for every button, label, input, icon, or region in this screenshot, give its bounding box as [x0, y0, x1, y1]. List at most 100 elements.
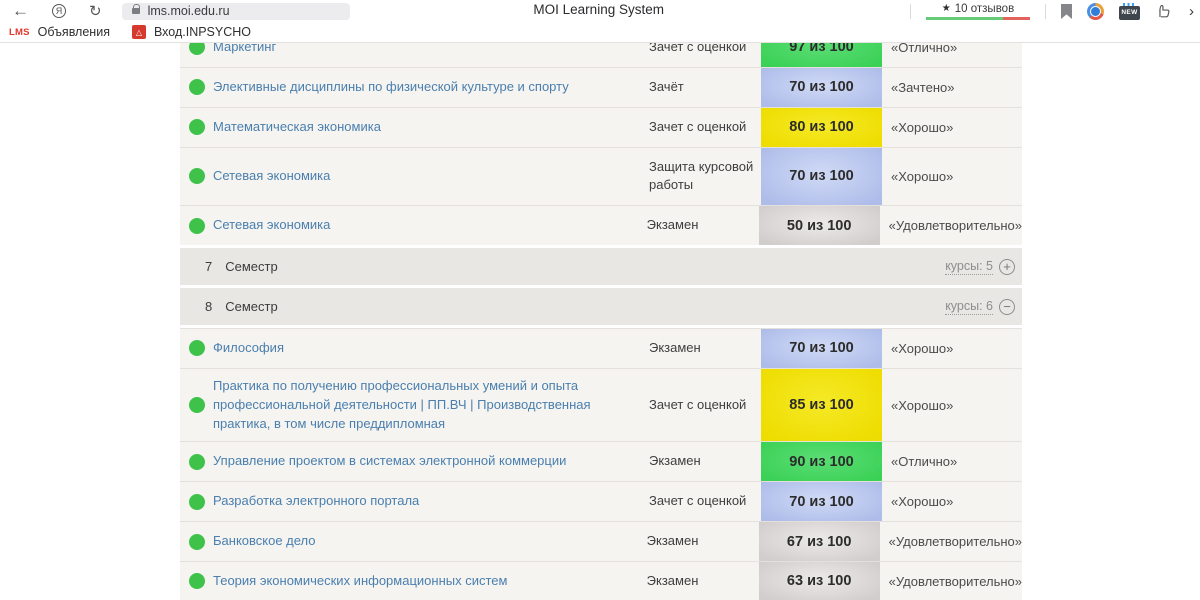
score-cell: 70 из 100	[761, 148, 882, 206]
course-status-cell	[180, 397, 213, 413]
course-name-link[interactable]: Практика по получению профессиональных у…	[213, 369, 649, 442]
green-status-dot-icon	[189, 79, 205, 95]
course-row: Разработка электронного портала Зачет с …	[180, 481, 1022, 521]
hand-pointer-icon[interactable]	[1155, 3, 1172, 20]
green-status-dot-icon	[189, 340, 205, 356]
exam-type: Зачет с оценкой	[649, 43, 761, 67]
semester-label: Семестр	[225, 299, 277, 314]
course-name-link[interactable]: Сетевая экономика	[213, 159, 649, 194]
browser-toolbar: ← Я ↻ lms.moi.edu.ru MOI Learning System…	[0, 0, 1200, 22]
course-name-link[interactable]: Сетевая экономика	[213, 208, 647, 243]
semester-label: Семестр	[225, 259, 277, 274]
green-status-dot-icon	[189, 573, 205, 589]
course-row: Сетевая экономика Экзамен 50 из 100 «Удо…	[180, 205, 1022, 245]
course-name-link[interactable]: Банковское дело	[213, 524, 647, 559]
score-cell: 67 из 100	[759, 522, 880, 561]
exam-type: Зачет с оценкой	[649, 108, 761, 147]
bookmark-item-inpsycho-login[interactable]: △ Вход.INPSYCHO	[132, 25, 251, 39]
score-cell: 50 из 100	[759, 206, 880, 245]
bookmark-item-announcements[interactable]: LMS Объявления	[9, 25, 110, 39]
course-status-cell	[180, 573, 213, 589]
url-text: lms.moi.edu.ru	[148, 4, 230, 18]
grade-label: «Хорошо»	[882, 169, 1022, 184]
lock-icon	[132, 8, 140, 14]
course-row: Философия Экзамен 70 из 100 «Хорошо»	[180, 328, 1022, 368]
site-reviews-widget[interactable]: ★ 10 отзывов	[926, 3, 1030, 20]
reviews-count-label: 10 отзывов	[955, 3, 1014, 15]
panel-chevron-icon[interactable]: ›	[1189, 3, 1194, 20]
yandex-browser-icon[interactable]: Я	[52, 4, 66, 18]
score-cell: 90 из 100	[761, 442, 882, 481]
course-status-cell	[180, 43, 213, 55]
semester-toggle-icon[interactable]: −	[999, 299, 1015, 315]
inpsycho-favicon: △	[132, 25, 146, 39]
exam-type: Зачет с оценкой	[649, 482, 761, 521]
exam-type: Экзамен	[649, 329, 761, 368]
green-status-dot-icon	[189, 534, 205, 550]
course-name-link[interactable]: Маркетинг	[213, 43, 649, 65]
course-name-link[interactable]: Элективные дисциплины по физической куль…	[213, 70, 649, 105]
semester-row[interactable]: 8 Семестр курсы: 6 −	[180, 288, 1022, 325]
exam-type: Экзамен	[649, 442, 761, 481]
grade-label: «Удовлетворительно»	[880, 574, 1022, 589]
grade-label: «Отлично»	[882, 454, 1022, 469]
grade-label: «Хорошо»	[882, 398, 1022, 413]
course-name-link[interactable]: Философия	[213, 331, 649, 366]
exam-type: Зачет с оценкой	[649, 386, 761, 425]
lms-page-content: Маркетинг Зачет с оценкой 97 из 100 «Отл…	[0, 43, 1200, 600]
green-status-dot-icon	[189, 168, 205, 184]
browser-window: ← Я ↻ lms.moi.edu.ru MOI Learning System…	[0, 0, 1200, 600]
score-cell: 70 из 100	[761, 329, 882, 368]
refresh-icon[interactable]: ↻	[89, 2, 102, 20]
semester-number: 7	[205, 259, 212, 274]
score-cell: 80 из 100	[761, 108, 882, 147]
course-status-cell	[180, 119, 213, 135]
green-status-dot-icon	[189, 119, 205, 135]
course-status-cell	[180, 340, 213, 356]
toolbar-right-group: ★ 10 отзывов NEW ›	[910, 3, 1196, 20]
score-cell: 63 из 100	[759, 562, 880, 600]
toolbar-divider	[910, 4, 911, 19]
green-status-dot-icon	[189, 397, 205, 413]
bookmark-label: Вход.INPSYCHO	[154, 25, 251, 39]
grade-label: «Зачтено»	[882, 80, 1022, 95]
grade-label: «Отлично»	[882, 43, 1022, 55]
toolbar-divider	[1045, 4, 1046, 19]
semester-courses-link[interactable]: курсы: 6	[945, 299, 993, 315]
green-status-dot-icon	[189, 43, 205, 55]
exam-type: Экзамен	[647, 562, 759, 600]
address-bar[interactable]: lms.moi.edu.ru	[122, 3, 350, 20]
green-status-dot-icon	[189, 218, 205, 234]
semester-toggle-icon[interactable]: +	[999, 259, 1015, 275]
extension-icon[interactable]	[1087, 3, 1104, 20]
score-cell: 70 из 100	[761, 68, 882, 107]
semester-courses-link[interactable]: курсы: 5	[945, 259, 993, 275]
score-cell: 85 из 100	[761, 369, 882, 442]
course-name-link[interactable]: Математическая экономика	[213, 110, 649, 145]
negative-reviews-segment	[1003, 17, 1030, 20]
star-icon: ★	[942, 3, 951, 14]
exam-type: Экзамен	[647, 206, 759, 245]
semester-row-right: курсы: 5 +	[945, 259, 1015, 275]
review-rating-bar	[926, 17, 1030, 20]
course-row: Теория экономических информационных сист…	[180, 561, 1022, 600]
course-row: Банковское дело Экзамен 67 из 100 «Удовл…	[180, 521, 1022, 561]
course-status-cell	[180, 79, 213, 95]
exam-type: Защита курсовой работы	[649, 148, 761, 206]
grade-label: «Хорошо»	[882, 120, 1022, 135]
bookmark-flag-icon[interactable]	[1061, 4, 1072, 19]
new-extension-icon[interactable]: NEW	[1119, 6, 1140, 20]
back-icon[interactable]: ←	[12, 1, 29, 21]
semester-number: 8	[205, 299, 212, 314]
course-status-cell	[180, 168, 213, 184]
course-name-link[interactable]: Теория экономических информационных сист…	[213, 564, 647, 599]
course-name-link[interactable]: Разработка электронного портала	[213, 484, 649, 519]
grade-label: «Хорошо»	[882, 341, 1022, 356]
course-name-link[interactable]: Управление проектом в системах электронн…	[213, 444, 649, 479]
score-cell: 70 из 100	[761, 482, 882, 521]
semester-row[interactable]: 7 Семестр курсы: 5 +	[180, 248, 1022, 285]
green-status-dot-icon	[189, 494, 205, 510]
score-cell: 97 из 100	[761, 43, 882, 67]
bookmarks-bar: LMS Объявления △ Вход.INPSYCHO	[0, 22, 1200, 43]
semester-row-right: курсы: 6 −	[945, 299, 1015, 315]
